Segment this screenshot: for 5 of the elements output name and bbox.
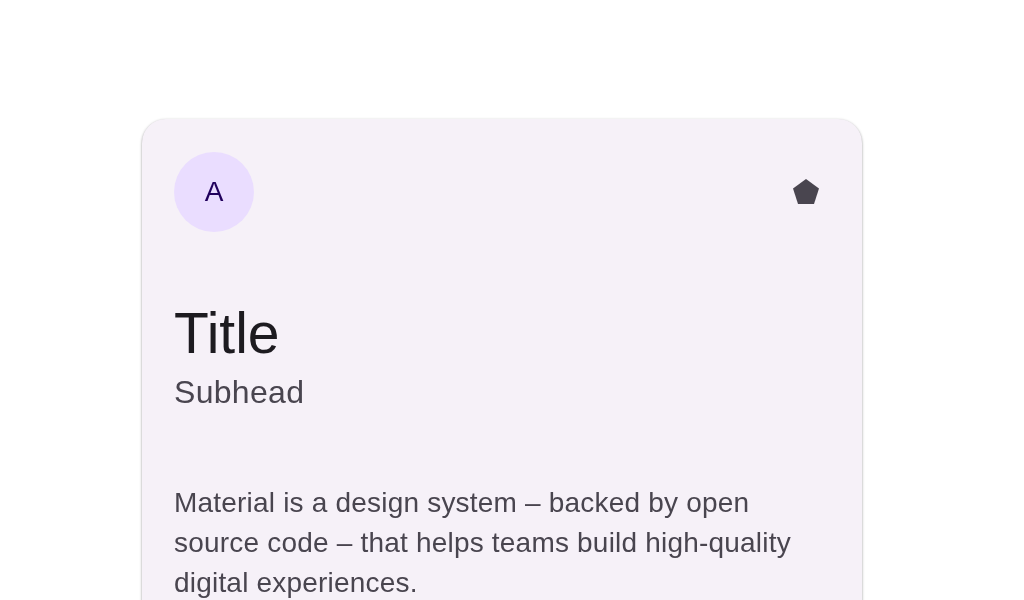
avatar: A <box>174 152 254 232</box>
card-body-text: Material is a design system – backed by open source code – that helps teams build high-quality digital experiences. <box>174 486 792 600</box>
card-title: Title <box>174 301 281 365</box>
card-subhead: Subhead <box>174 373 306 412</box>
pentagon-icon <box>793 178 819 204</box>
